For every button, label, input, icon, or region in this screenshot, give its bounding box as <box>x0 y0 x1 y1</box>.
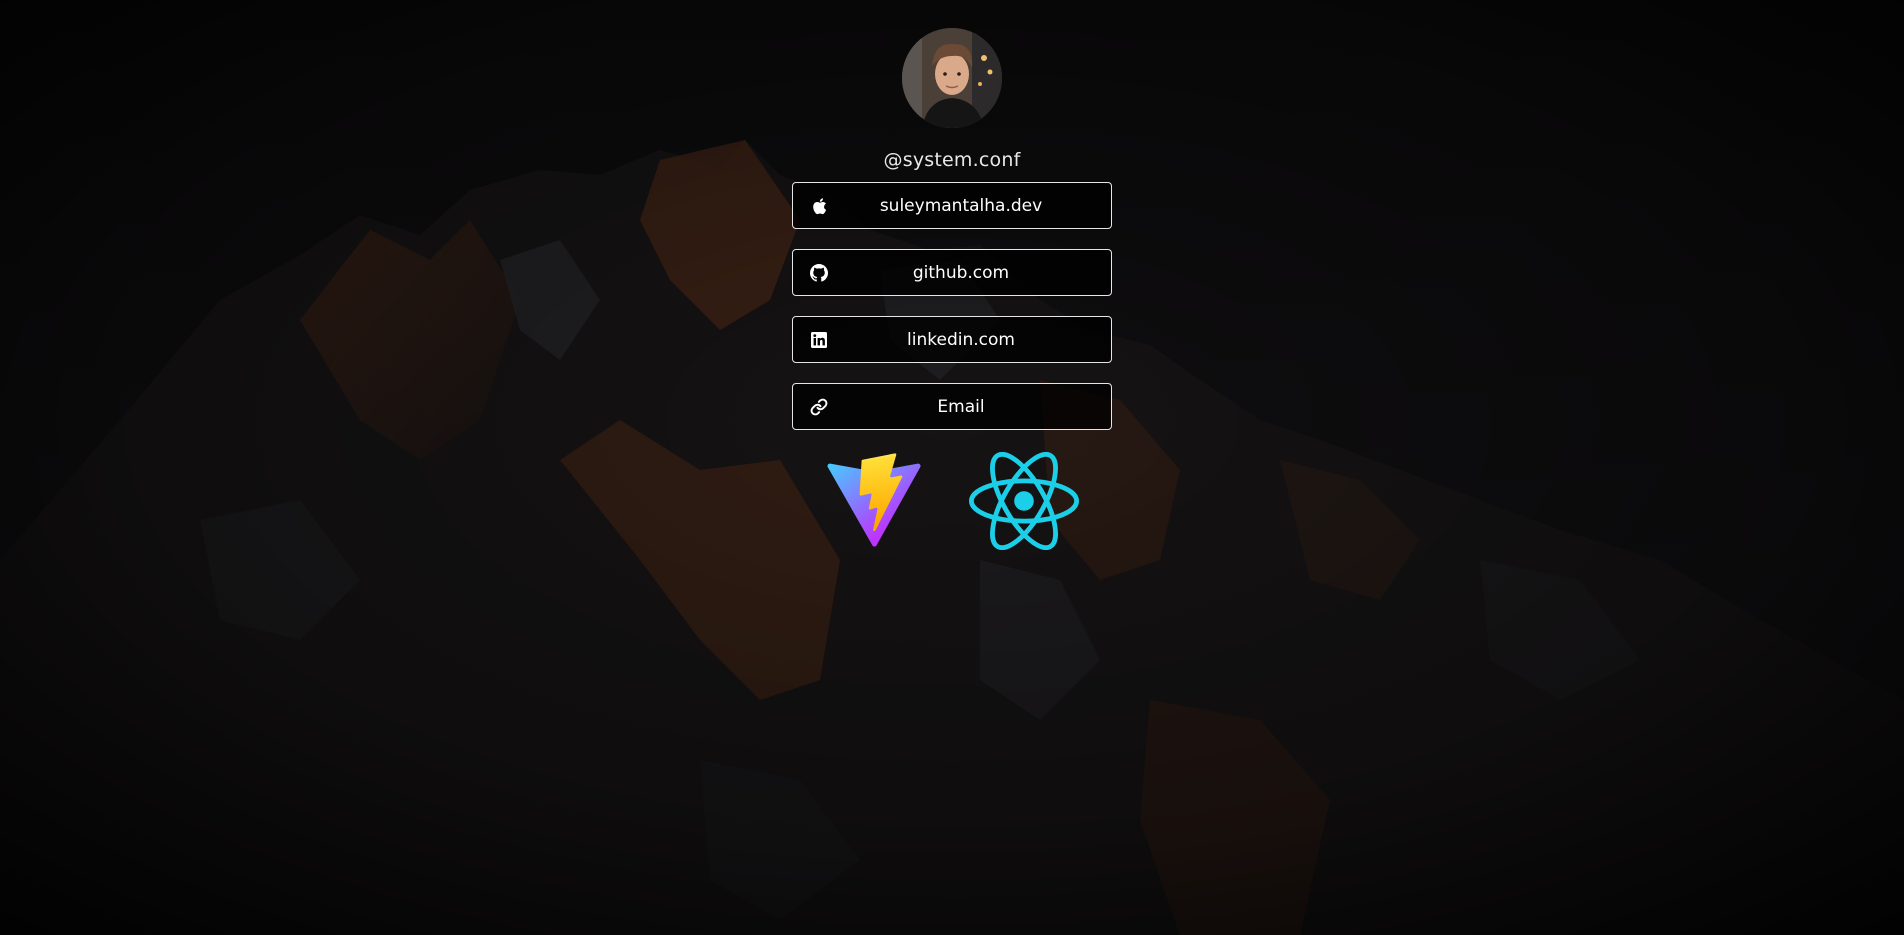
link-list: suleymantalha.dev github.com linkedin.co… <box>792 182 1112 430</box>
link-button-label: Email <box>937 396 985 417</box>
link-button-email[interactable]: Email <box>792 383 1112 430</box>
profile-card: @system.conf suleymantalha.dev github.co… <box>0 0 1904 550</box>
link-button-github[interactable]: github.com <box>792 249 1112 296</box>
github-icon <box>810 263 828 282</box>
tech-logos <box>825 452 1079 550</box>
react-logo[interactable] <box>969 452 1079 550</box>
link-button-label: suleymantalha.dev <box>879 195 1043 216</box>
vite-logo[interactable] <box>825 453 923 549</box>
link-button-label: linkedin.com <box>907 329 1015 350</box>
link-button-linkedin[interactable]: linkedin.com <box>792 316 1112 363</box>
link-icon <box>810 398 828 416</box>
link-button-label: github.com <box>912 262 1010 283</box>
profile-handle: @system.conf <box>883 149 1021 171</box>
link-button-website[interactable]: suleymantalha.dev <box>792 182 1112 229</box>
avatar <box>902 28 1002 128</box>
page: @system.conf suleymantalha.dev github.co… <box>0 0 1904 935</box>
linkedin-icon <box>810 331 828 349</box>
apple-icon <box>810 197 828 215</box>
avatar-photo <box>902 28 1002 128</box>
